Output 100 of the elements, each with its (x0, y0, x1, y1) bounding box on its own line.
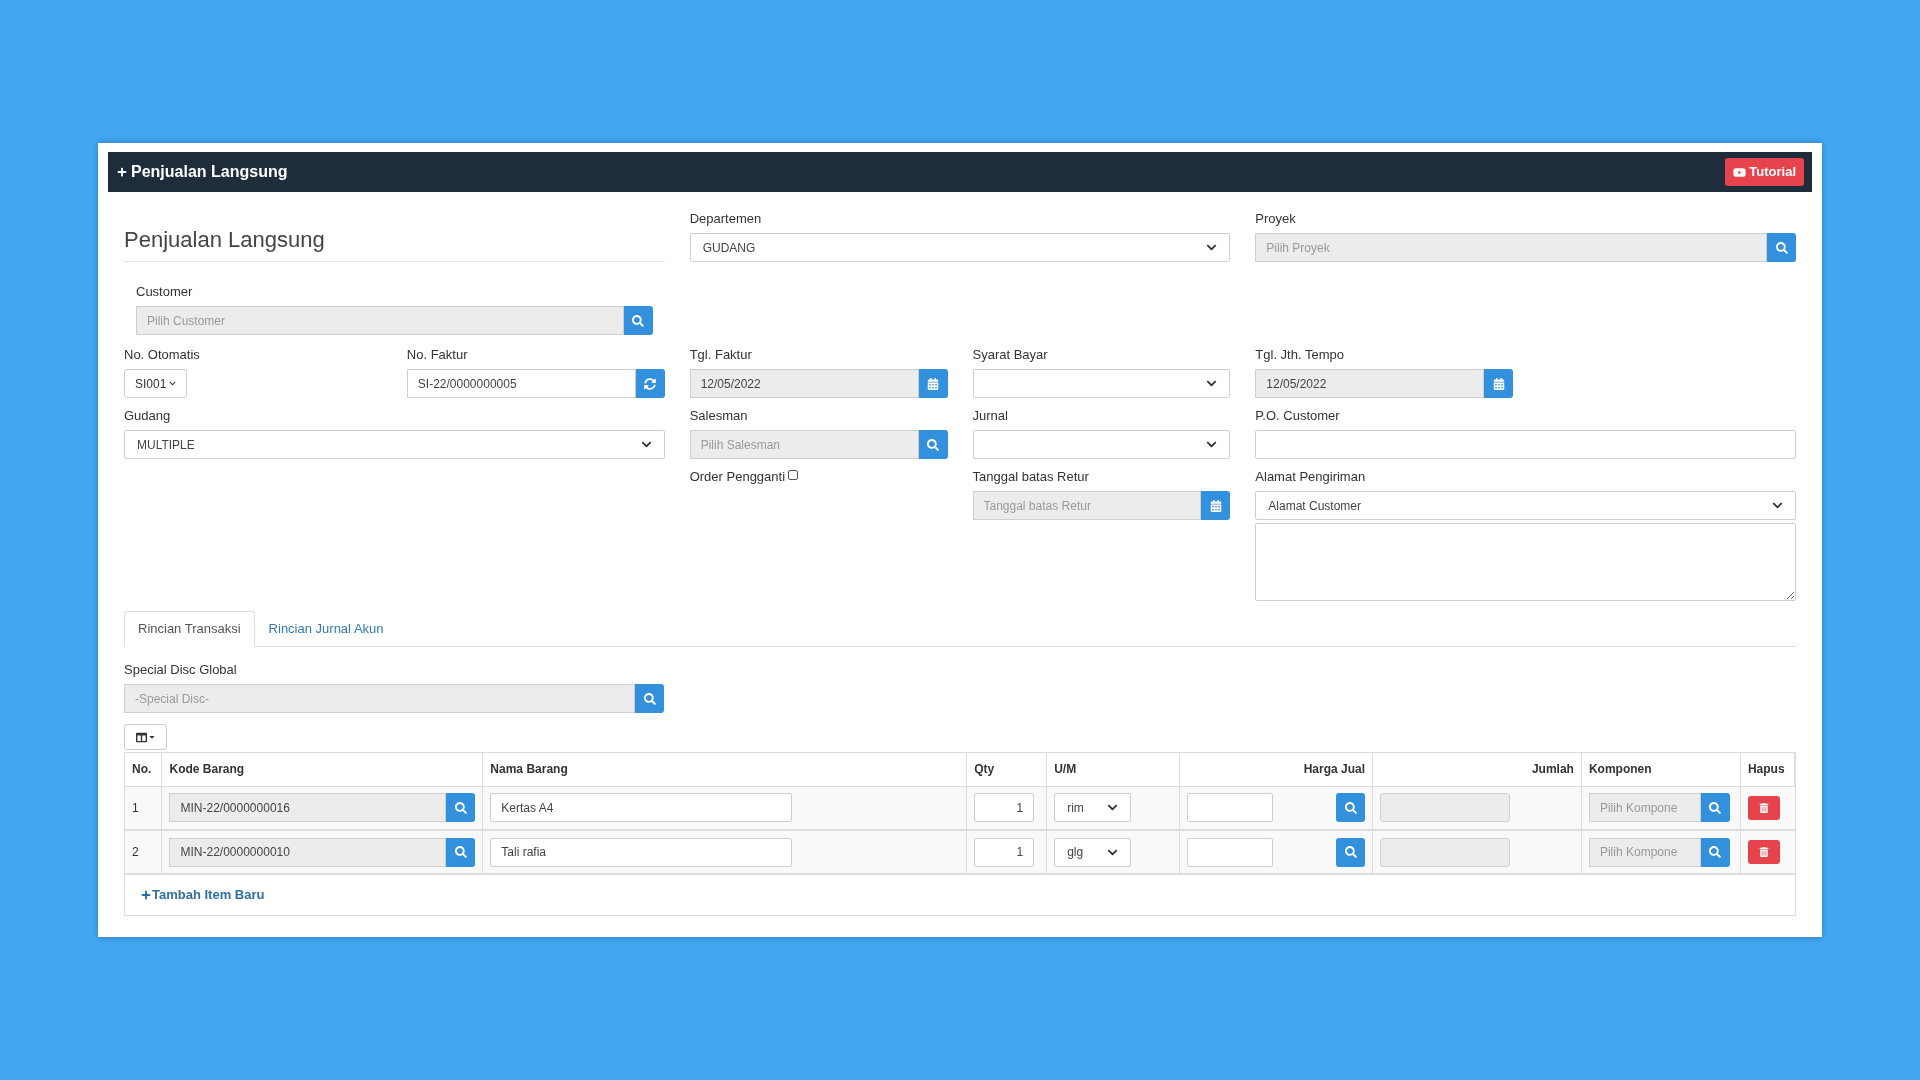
select-field[interactable]: Alamat Customer (1255, 491, 1796, 520)
calendar-button[interactable] (1484, 369, 1514, 398)
field-label: Tgl. Faktur (689, 347, 752, 363)
column-header: Komponen (1588, 762, 1652, 777)
lookup-field[interactable]: Pilih Customer (136, 306, 624, 335)
chevron-down-icon (169, 380, 177, 387)
search-button[interactable] (1700, 837, 1730, 867)
select-field[interactable] (972, 430, 1231, 459)
search-button[interactable] (1336, 793, 1366, 823)
search-button[interactable] (446, 793, 476, 823)
lookup-field[interactable]: Tanggal batas Retur (972, 491, 1202, 520)
search-button[interactable] (1767, 233, 1796, 262)
calendar-icon (927, 377, 939, 390)
qty-field[interactable]: 1 (974, 793, 1035, 823)
field-label: P.O. Customer (1255, 408, 1340, 424)
column-header: Kode Barang (169, 762, 245, 777)
search-icon (1709, 801, 1722, 814)
field-label: Salesman (689, 408, 748, 424)
search-icon (1344, 801, 1357, 814)
price-field[interactable] (1187, 793, 1274, 823)
column-header: Jumlah (1531, 762, 1574, 777)
field-label: Tgl. Jth. Tempo (1255, 347, 1344, 363)
tab[interactable]: Rincian Jurnal Akun (254, 611, 398, 647)
amount-field[interactable] (1380, 793, 1511, 823)
amount-field[interactable] (1380, 837, 1511, 867)
refresh-button[interactable] (635, 369, 665, 398)
price-field[interactable] (1187, 837, 1274, 867)
search-button[interactable] (1700, 793, 1730, 823)
header-title: Penjualan Langsung (131, 162, 288, 182)
page-title: Penjualan Langsung (124, 211, 665, 262)
lookup-field[interactable]: Pilih Proyek (1255, 233, 1767, 262)
tab[interactable]: Rincian Transaksi (124, 611, 255, 647)
field-label: Proyek (1255, 211, 1296, 227)
lookup-field[interactable]: -Special Disc- (124, 684, 635, 713)
add-item-link[interactable]: Tambah Item Baru (141, 885, 265, 905)
select-field[interactable]: MULTIPLE (124, 430, 665, 459)
item-code-field[interactable]: MIN-22/0000000016 (169, 793, 447, 823)
item-name-field[interactable]: Kertas A4 (490, 793, 793, 823)
refresh-icon (644, 377, 657, 390)
row-number: 1 (132, 800, 139, 815)
column-header: No. (132, 762, 152, 777)
numbering-dropdown[interactable]: SI001 (124, 369, 188, 398)
column-header: Hapus (1747, 762, 1785, 777)
text-field[interactable]: SI-22/0000000005 (406, 369, 636, 398)
calendar-button[interactable] (1201, 491, 1231, 520)
delete-button[interactable] (1747, 795, 1780, 820)
trash-icon (1758, 802, 1769, 813)
search-icon (632, 314, 645, 327)
field-label: Gudang (124, 408, 171, 424)
row-number: 2 (132, 845, 139, 859)
trash-icon (1758, 847, 1769, 857)
tutorial-button[interactable]: Tutorial (1725, 158, 1804, 186)
select-field[interactable]: rim (1054, 793, 1132, 823)
text-field[interactable]: 12/05/2022 (689, 369, 919, 398)
delete-button[interactable] (1747, 840, 1780, 864)
calendar-button[interactable] (918, 369, 948, 398)
search-icon (927, 438, 939, 451)
field-label: Alamat Pengiriman (1255, 469, 1366, 485)
search-icon (454, 801, 467, 814)
field-label: Syarat Bayar (972, 347, 1048, 363)
chevron-down-icon (640, 439, 652, 450)
columns-toggle-button[interactable] (124, 724, 167, 750)
plus-icon (117, 167, 127, 177)
column-header: Harga Jual (1303, 762, 1366, 777)
item-code-field[interactable]: MIN-22/0000000010 (169, 837, 447, 867)
plus-icon (141, 890, 151, 900)
lookup-field[interactable]: Pilih Salesman (689, 430, 919, 459)
search-button[interactable] (623, 306, 653, 335)
field-label: Order Pengganti (689, 469, 786, 485)
select-field[interactable]: glg (1054, 837, 1132, 867)
text-field[interactable]: 12/05/2022 (1255, 369, 1485, 398)
columns-icon (135, 731, 147, 743)
chevron-down-icon (1206, 242, 1218, 253)
search-button[interactable] (635, 684, 664, 713)
component-field[interactable]: Pilih Kompone (1588, 837, 1701, 867)
search-button[interactable] (1336, 837, 1366, 867)
chevron-down-icon (1772, 500, 1783, 511)
text-field[interactable] (1255, 430, 1796, 459)
qty-field[interactable]: 1 (974, 837, 1035, 867)
select-field[interactable] (972, 369, 1231, 398)
component-field[interactable]: Pilih Kompone (1588, 793, 1701, 823)
column-header: Qty (974, 762, 995, 777)
field-label: Tanggal batas Retur (972, 469, 1089, 485)
field-label: Special Disc Global (124, 662, 237, 678)
chevron-down-icon (1206, 378, 1218, 389)
search-icon (1709, 846, 1722, 858)
search-icon (1344, 846, 1357, 858)
field-label: Customer (136, 284, 193, 300)
search-icon (1775, 241, 1788, 254)
item-name-field[interactable]: Tali rafia (490, 837, 793, 867)
checkbox[interactable] (788, 470, 799, 480)
column-header: U/M (1054, 762, 1077, 777)
select-field[interactable]: GUDANG (689, 233, 1231, 262)
search-button[interactable] (918, 430, 948, 459)
field-label: Jurnal (972, 408, 1008, 424)
search-button[interactable] (446, 837, 476, 867)
chevron-down-icon (1206, 439, 1218, 450)
field-label: No. Faktur (406, 347, 468, 363)
search-icon (643, 692, 656, 705)
field-label: No. Otomatis (124, 347, 200, 363)
